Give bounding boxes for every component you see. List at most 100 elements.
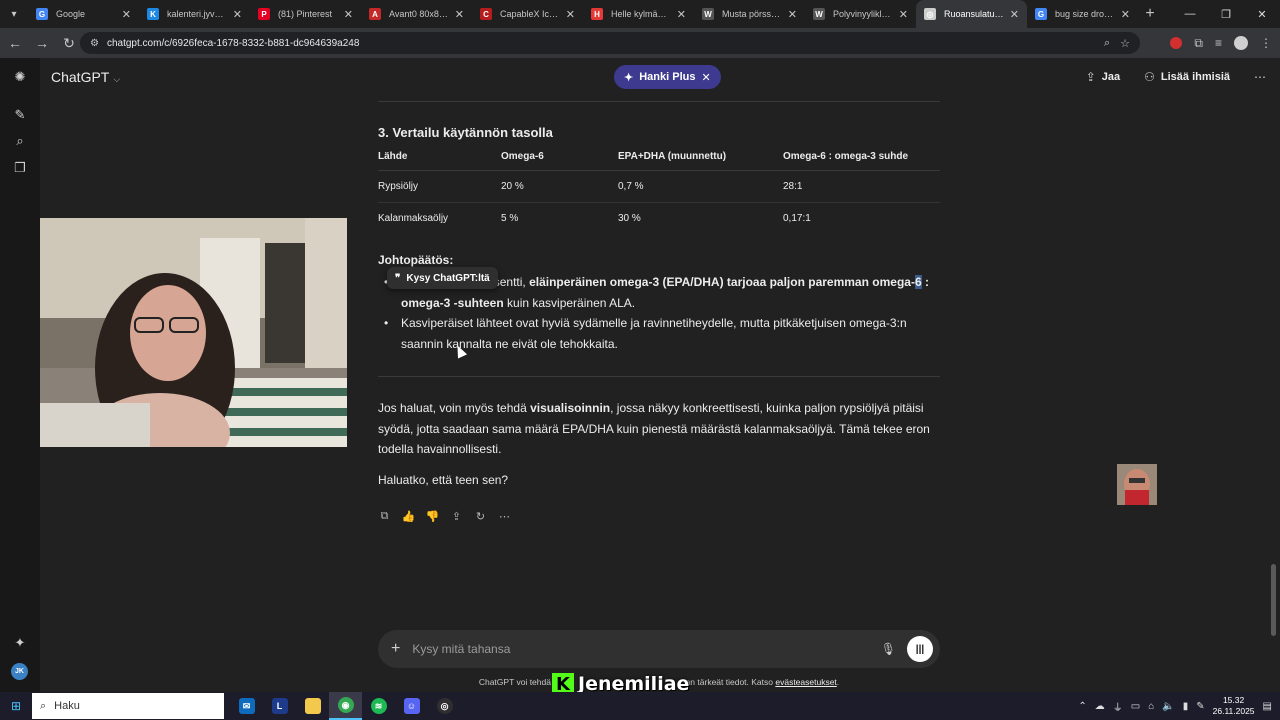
disclaimer-text: . xyxy=(836,677,840,687)
clock-time: 15.32 xyxy=(1222,695,1245,705)
more-horizontal-icon: ⋯ xyxy=(1254,70,1266,84)
openai-logo-icon[interactable]: ✺ xyxy=(11,68,29,86)
discord-icon: ☺ xyxy=(403,698,420,714)
volume-icon[interactable]: 🔈 xyxy=(1162,701,1174,712)
taskbar-search[interactable]: ⌕ Haku xyxy=(32,693,224,719)
taskbar-app-files[interactable] xyxy=(296,692,329,720)
new-tab-button[interactable]: + xyxy=(1138,5,1162,23)
voice-mode-button[interactable]: ||| xyxy=(907,636,933,662)
taskbar-app-discord[interactable]: ☺ xyxy=(395,692,428,720)
notification-icon[interactable]: ▤ xyxy=(1263,701,1272,712)
pen-icon[interactable]: ✎ xyxy=(1196,701,1204,712)
tab-close-icon[interactable]: ✕ xyxy=(122,8,131,21)
forward-icon[interactable]: → xyxy=(30,31,54,55)
reload-icon[interactable]: ↻ xyxy=(57,31,81,55)
thumbs-up-icon[interactable]: 👍 xyxy=(402,510,416,523)
sparkle-icon[interactable]: ✦ xyxy=(11,634,29,652)
clock-date: 26.11.2025 xyxy=(1212,706,1255,716)
browser-tab[interactable]: P (81) Pinterest ✕ xyxy=(250,0,361,28)
ask-chatgpt-popup[interactable]: ❞ Kysy ChatGPT:ltä xyxy=(387,267,498,289)
address-bar[interactable]: ⚙ chatgpt.com/c/6926feca-1678-8332-b881-… xyxy=(80,32,1140,54)
browser-tab[interactable]: G Google ✕ xyxy=(28,0,139,28)
get-plus-button[interactable]: ✦ Hanki Plus ✕ xyxy=(614,65,721,89)
browser-tab[interactable]: W Polyvinyylikloridi ✕ xyxy=(805,0,916,28)
share-button[interactable]: ⇪ Jaa xyxy=(1086,70,1120,84)
minimize-icon[interactable]: — xyxy=(1172,0,1208,28)
share-icon[interactable]: ⇪ xyxy=(450,510,463,523)
browser-tab[interactable]: H Helle kylmäallas ✕ xyxy=(583,0,694,28)
small-webcam-image xyxy=(1117,464,1157,505)
site-info-icon[interactable]: ⚙ xyxy=(90,38,99,49)
tab-close-icon[interactable]: ✕ xyxy=(344,8,353,21)
browser-tab[interactable]: Gbug size drones ✕ xyxy=(1027,0,1138,28)
taskbar-app-obs[interactable]: ◎ xyxy=(428,692,461,720)
model-selector[interactable]: ChatGPT ⌵ xyxy=(51,69,120,85)
tab-search-icon[interactable]: ▾ xyxy=(0,0,28,28)
library-icon[interactable]: ❐ xyxy=(11,159,29,177)
copy-icon[interactable]: ⧉ xyxy=(378,510,391,523)
add-people-button[interactable]: ⚇ Lisää ihmisiä xyxy=(1144,70,1230,84)
extension-icon[interactable] xyxy=(1170,37,1183,49)
prompt-input[interactable]: Kysy mitä tahansa xyxy=(412,642,510,656)
media-control-icon[interactable]: ≡ xyxy=(1215,36,1222,50)
restore-icon[interactable]: ❐ xyxy=(1208,0,1244,28)
battery-icon[interactable]: ▮ xyxy=(1183,701,1189,712)
network-icon[interactable]: ⌂ xyxy=(1148,701,1154,712)
usb-icon[interactable]: ⏚ xyxy=(1113,699,1123,714)
tab-favicon-icon: G xyxy=(36,8,48,20)
puzzle-icon[interactable]: ⧉ xyxy=(1194,36,1203,51)
thumbs-down-icon[interactable]: 👎 xyxy=(426,510,440,523)
close-icon[interactable]: ✕ xyxy=(701,71,710,84)
user-avatar[interactable]: JK xyxy=(11,663,28,680)
browser-tab[interactable]: Kkalenteri.jyvaskyla ✕ xyxy=(139,0,250,28)
zoom-icon[interactable]: ⌕ xyxy=(1104,37,1110,50)
bookmark-star-icon[interactable]: ☆ xyxy=(1120,37,1130,50)
tab-close-icon[interactable]: ✕ xyxy=(899,8,908,21)
tab-close-icon[interactable]: ✕ xyxy=(566,8,575,21)
scrollbar[interactable] xyxy=(1271,564,1276,636)
back-icon[interactable]: ← xyxy=(3,31,27,55)
tab-close-icon[interactable]: ✕ xyxy=(233,8,242,21)
windows-start-icon[interactable]: ⊞ xyxy=(0,692,32,720)
regenerate-icon[interactable]: ↻ xyxy=(474,510,487,523)
taskbar-clock[interactable]: 15.32 26.11.2025 xyxy=(1213,695,1255,717)
close-window-icon[interactable]: ✕ xyxy=(1244,0,1280,28)
cloud-icon[interactable]: ☁ xyxy=(1095,701,1105,712)
column-header: Omega-6 xyxy=(501,144,618,171)
plus-icon[interactable]: + xyxy=(391,640,400,658)
taskbar-app-spotify[interactable]: ≋ xyxy=(362,692,395,720)
tab-close-icon[interactable]: ✕ xyxy=(677,8,686,21)
taskbar-app-mail[interactable]: ✉ xyxy=(230,692,263,720)
browser-tab[interactable]: C CapableX Ice Bath ✕ xyxy=(472,0,583,28)
quote-icon: ❞ xyxy=(395,272,401,284)
paragraph-bold-text: visualisoinnin xyxy=(530,401,611,415)
browser-tab[interactable]: ◎ Ruoansulatus ja ic ✕ xyxy=(916,0,1027,28)
tab-close-icon[interactable]: ✕ xyxy=(455,8,464,21)
spotify-icon: ≋ xyxy=(370,698,387,714)
more-options-button[interactable]: ⋯ xyxy=(1254,70,1266,84)
follow-up-question: Haluatko, että teen sen? xyxy=(378,473,509,487)
browser-menu-icon[interactable]: ⋮ xyxy=(1260,36,1272,50)
tab-close-icon[interactable]: ✕ xyxy=(1010,8,1019,21)
more-horizontal-icon[interactable]: ⋯ xyxy=(498,510,511,523)
search-icon[interactable]: ⌕ xyxy=(11,132,29,150)
profile-avatar[interactable] xyxy=(1234,36,1248,50)
message-composer: + Kysy mitä tahansa 🎙 ||| xyxy=(378,630,940,668)
browser-tab[interactable]: A Avant0 80x80 cm ✕ xyxy=(361,0,472,28)
monitor-icon[interactable]: ▭ xyxy=(1131,701,1140,712)
chevron-up-icon[interactable]: ⌃ xyxy=(1078,701,1086,712)
tab-close-icon[interactable]: ✕ xyxy=(788,8,797,21)
tab-title: Ruoansulatus ja ic xyxy=(944,9,1004,19)
table-cell: 0,7 % xyxy=(618,170,783,203)
new-chat-icon[interactable]: ✎ xyxy=(11,106,29,124)
column-header: Omega-6 : omega-3 suhde xyxy=(783,144,940,171)
tab-close-icon[interactable]: ✕ xyxy=(1121,8,1130,21)
person-add-icon: ⚇ xyxy=(1144,70,1155,84)
microphone-icon[interactable]: 🎙 xyxy=(881,642,896,656)
tab-favicon-icon: K xyxy=(147,8,159,20)
cookie-settings-link[interactable]: evästeasetukset xyxy=(775,677,836,687)
tab-title: kalenteri.jyvaskyla xyxy=(167,9,227,19)
taskbar-app-chrome[interactable]: ◉ xyxy=(329,692,362,720)
browser-tab[interactable]: W Musta pörssi – Wi ✕ xyxy=(694,0,805,28)
taskbar-app-l[interactable]: L xyxy=(263,692,296,720)
